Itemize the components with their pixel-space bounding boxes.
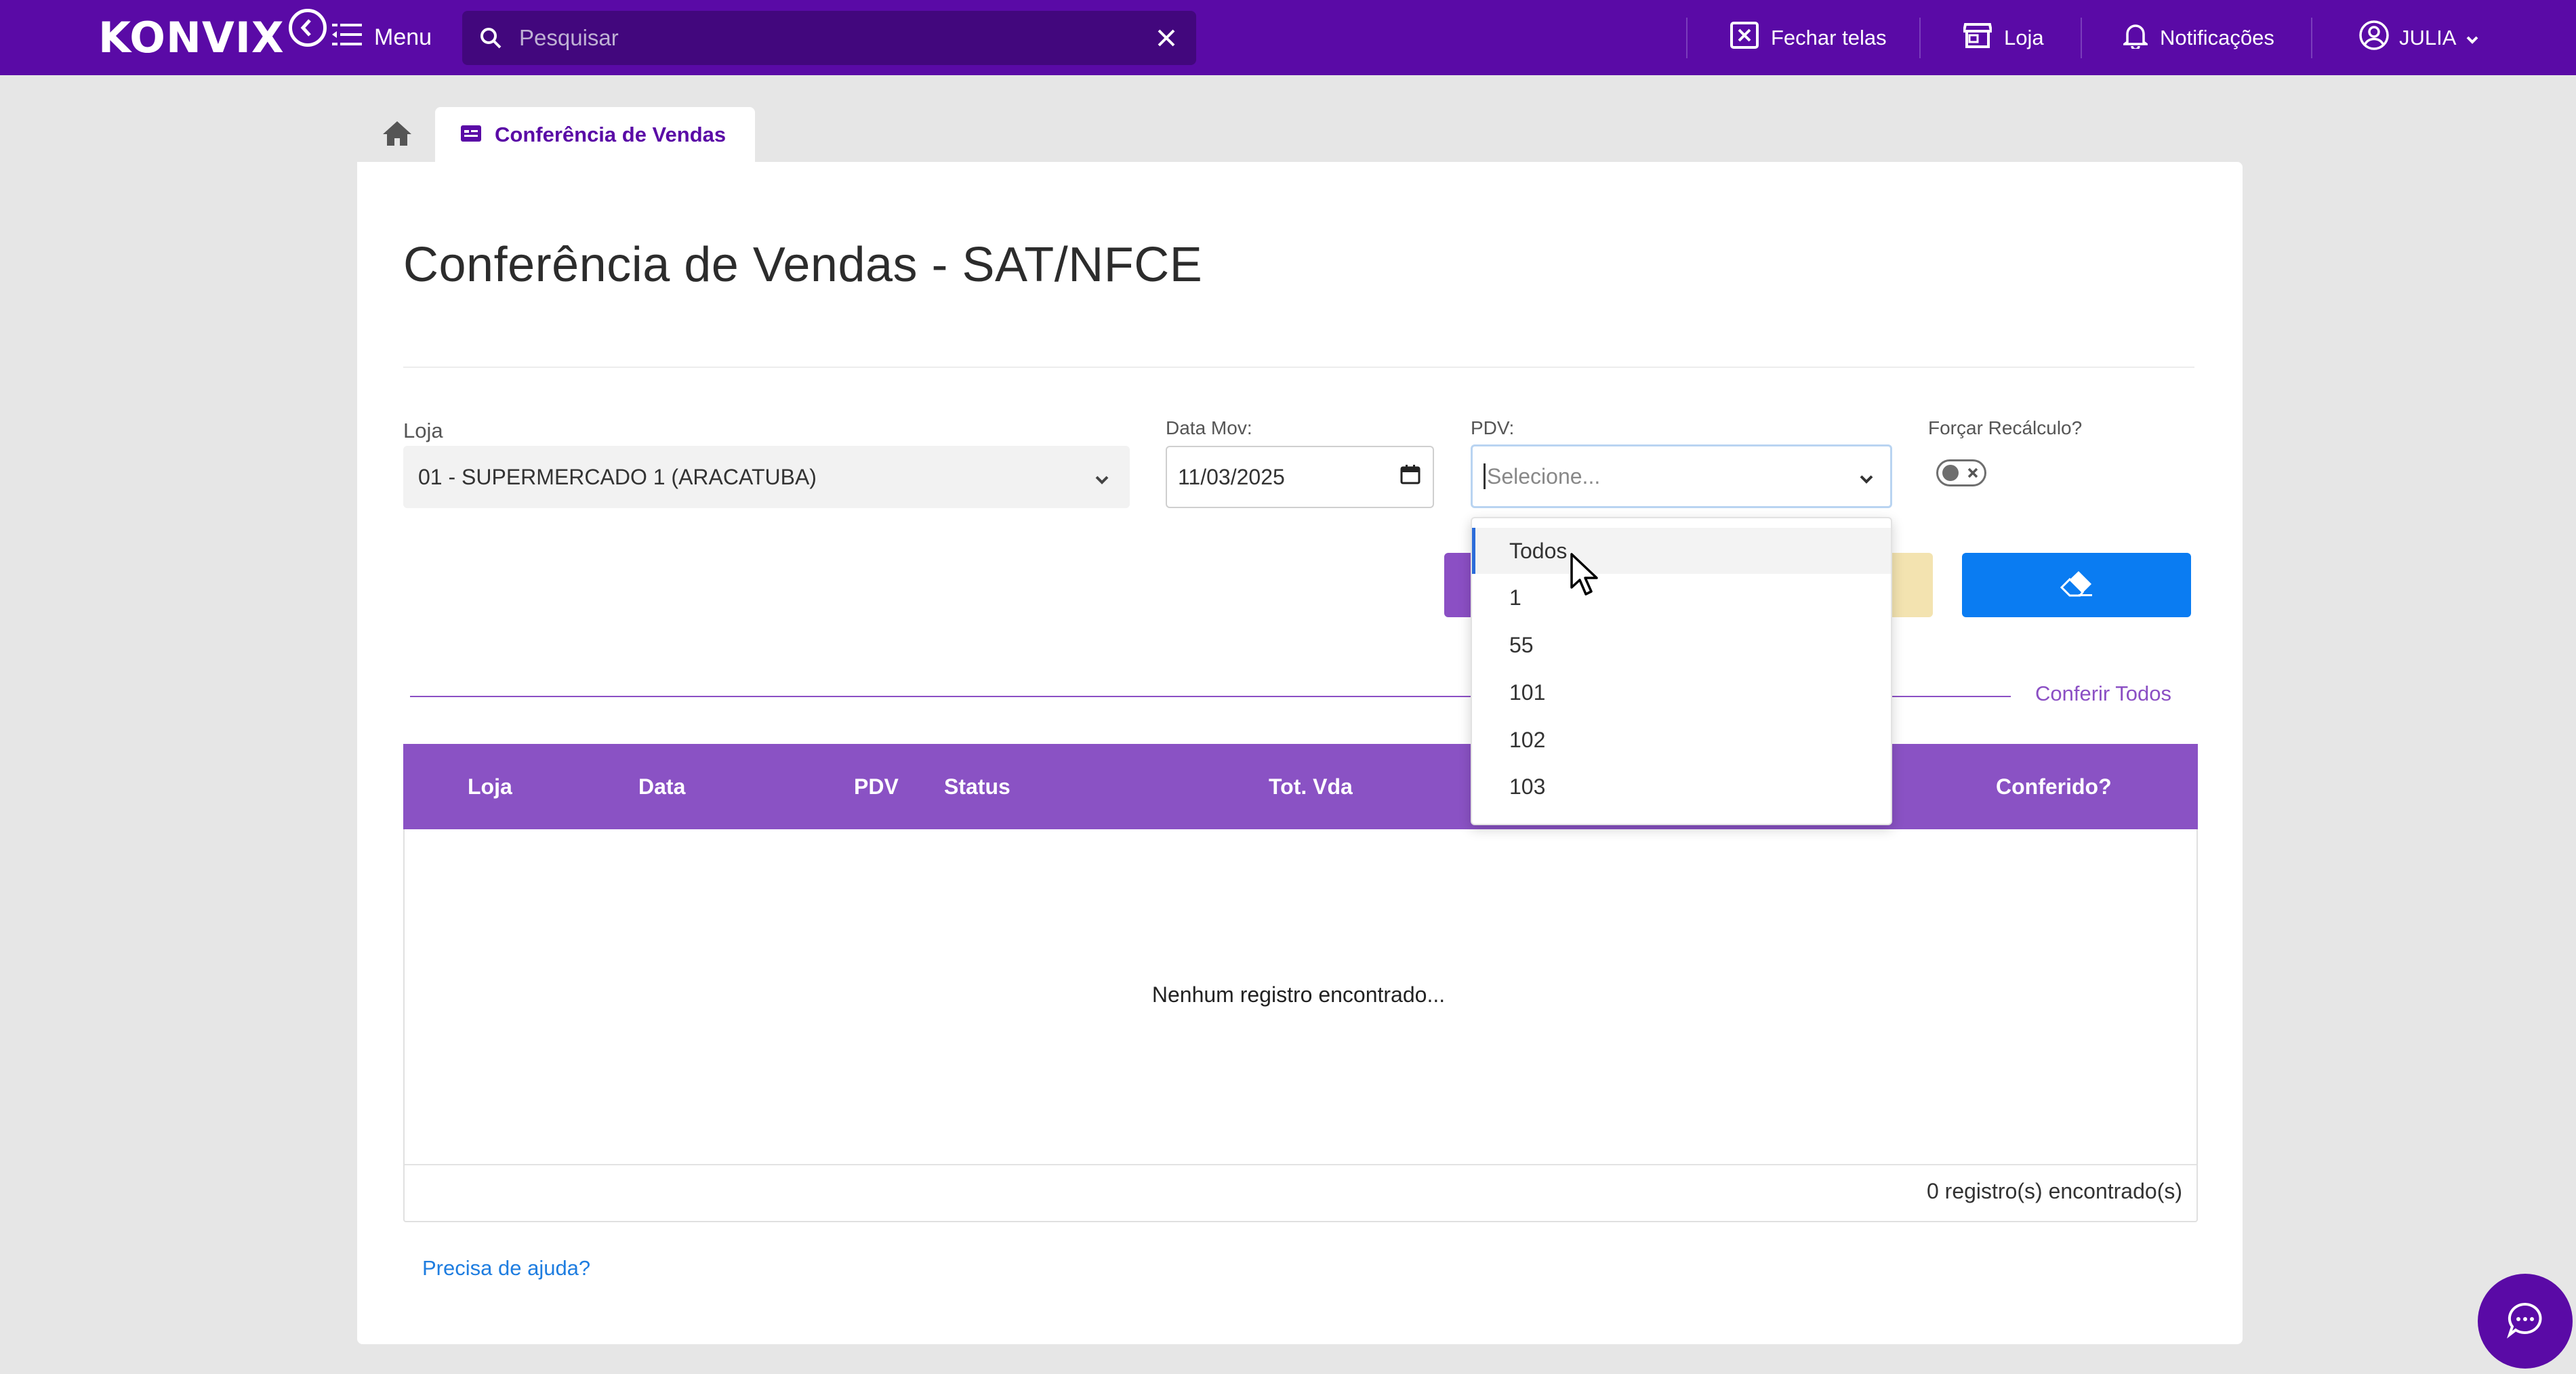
home-icon <box>382 120 413 150</box>
column-header-status[interactable]: Status <box>944 744 1010 829</box>
divider <box>2081 18 2082 58</box>
text-caret <box>1484 463 1486 489</box>
notificacoes-label: Notificações <box>2160 26 2274 49</box>
column-header-pdv[interactable]: PDV <box>854 744 899 829</box>
pdv-option-102[interactable]: 102 <box>1472 717 1891 763</box>
loja-button[interactable]: Loja <box>1962 18 2044 58</box>
pdv-placeholder: Selecione... <box>1487 463 1601 488</box>
title-divider <box>403 367 2194 368</box>
pdv-option-103[interactable]: 103 <box>1472 764 1891 810</box>
data-mov-value: 11/03/2025 <box>1178 464 1285 489</box>
column-header-tot-vda[interactable]: Tot. Vda <box>1269 744 1353 829</box>
logo-text: KONVIX <box>98 12 285 62</box>
column-header-data[interactable]: Data <box>638 744 685 829</box>
toggle-knob <box>1942 465 1959 481</box>
menu-label: Menu <box>374 24 432 50</box>
search-bar <box>462 11 1196 65</box>
id-card-icon <box>461 123 481 147</box>
help-link[interactable]: Precisa de ajuda? <box>422 1256 590 1281</box>
chevron-down-icon <box>2466 26 2479 50</box>
secondary-button[interactable] <box>1891 553 1933 617</box>
menu-icon <box>332 22 362 53</box>
divider <box>1919 18 1921 58</box>
tab-label: Conferência de Vendas <box>495 123 727 146</box>
chevron-down-icon <box>1095 465 1109 490</box>
menu-button[interactable]: Menu <box>332 18 432 57</box>
search-icon <box>477 24 504 51</box>
fechar-telas-label: Fechar telas <box>1771 26 1887 49</box>
fechar-telas-button[interactable]: Fechar telas <box>1730 18 1887 58</box>
pdv-option-101[interactable]: 101 <box>1472 669 1891 715</box>
loja-label: Loja <box>2004 26 2044 49</box>
calendar-icon[interactable] <box>1400 464 1420 490</box>
eraser-icon <box>2060 569 2093 601</box>
pdv-label: PDV: <box>1471 417 1515 438</box>
mouse-pointer-icon <box>1570 552 1601 600</box>
pdv-option-55[interactable]: 55 <box>1472 622 1891 668</box>
bell-icon <box>2121 22 2150 54</box>
conferir-todos-link[interactable]: Conferir Todos <box>2035 682 2171 706</box>
notificacoes-button[interactable]: Notificações <box>2121 18 2274 58</box>
divider <box>1686 18 1688 58</box>
chevron-down-icon <box>1859 464 1874 489</box>
data-mov-field[interactable]: 11/03/2025 <box>1166 446 1434 508</box>
forcar-recalculo-toggle[interactable] <box>1936 459 1986 486</box>
clear-filters-button[interactable] <box>1962 553 2191 617</box>
divider <box>2311 18 2312 58</box>
logo-badge-icon <box>288 9 327 47</box>
loja-label: Loja <box>403 419 443 442</box>
data-mov-label: Data Mov: <box>1166 417 1252 438</box>
tab-conferencia-vendas[interactable]: Conferência de Vendas <box>435 107 755 163</box>
close-icon[interactable] <box>1151 23 1181 53</box>
column-header-conferido[interactable]: Conferido? <box>1996 744 2112 829</box>
close-window-icon <box>1730 22 1759 54</box>
table-footer-divider <box>405 1164 2196 1165</box>
table-header: Loja Data PDV Status Tot. Vda Conferido? <box>403 744 2198 829</box>
record-count: 0 registro(s) encontrado(s) <box>1926 1179 2182 1203</box>
pdv-select[interactable]: Selecione... <box>1471 444 1892 508</box>
x-icon <box>1965 463 1980 486</box>
search-input[interactable] <box>519 25 1151 51</box>
page-title: Conferência de Vendas - SAT/NFCE <box>403 238 1203 292</box>
pdv-dropdown-menu: Todos 1 55 101 102 103 <box>1471 517 1892 825</box>
store-icon <box>1962 22 1993 54</box>
loja-select[interactable]: 01 - SUPERMERCADO 1 (ARACATUBA) <box>403 446 1130 508</box>
chat-button[interactable] <box>2478 1274 2573 1369</box>
konvix-logo[interactable]: KONVIX <box>98 9 327 62</box>
forcar-recalculo-label: Forçar Recálculo? <box>1928 417 2083 438</box>
top-bar: KONVIX Menu Fechar telas <box>0 0 2576 75</box>
loja-value: 01 - SUPERMERCADO 1 (ARACATUBA) <box>418 464 817 489</box>
pdv-option-1[interactable]: 1 <box>1472 575 1891 621</box>
user-menu[interactable]: JULIA <box>2358 18 2479 58</box>
user-name: JULIA <box>2399 26 2457 49</box>
tab-home[interactable] <box>359 107 435 163</box>
empty-table-message: Nenhum registro encontrado... <box>1151 982 1446 1007</box>
column-header-loja[interactable]: Loja <box>468 744 512 829</box>
pdv-option-todos[interactable]: Todos <box>1472 528 1891 574</box>
user-avatar-icon <box>2358 20 2390 56</box>
chat-bubble-icon <box>2506 1301 2544 1342</box>
